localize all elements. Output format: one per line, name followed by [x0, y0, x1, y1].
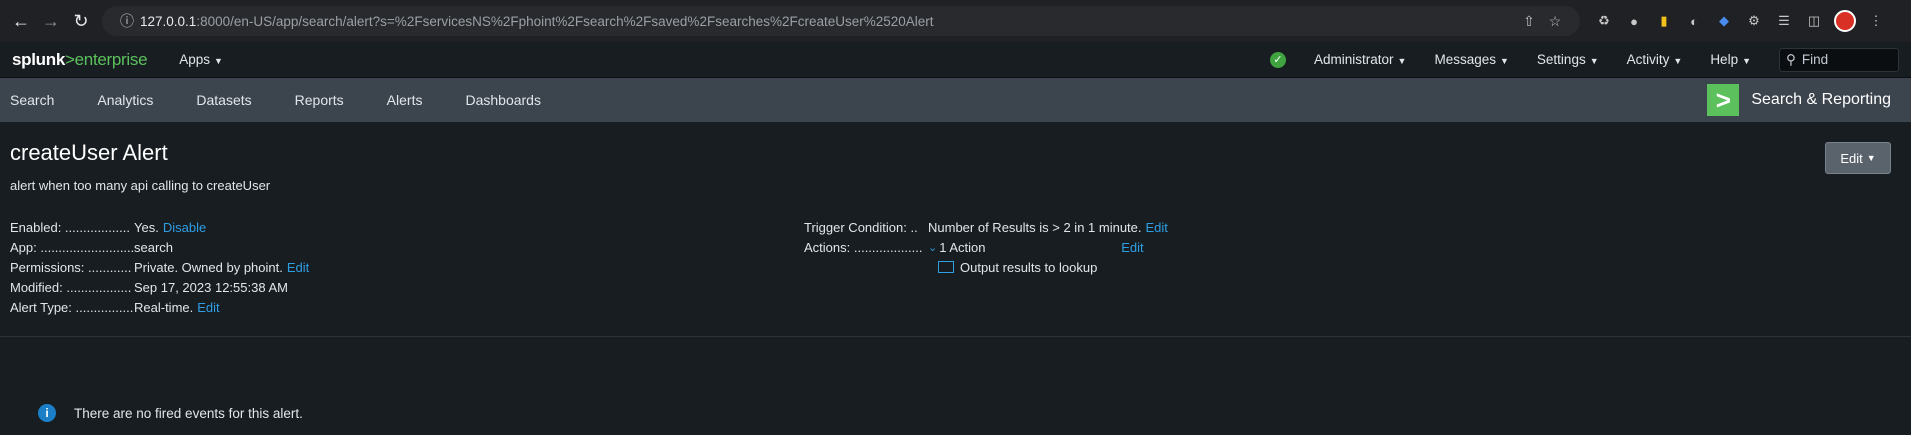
app-label: App: .......................... [10, 239, 134, 255]
alert-trigger-properties: Trigger Condition: .. Number of Results … [804, 217, 1168, 317]
page-title: createUser Alert [10, 140, 168, 165]
nav-item-alerts[interactable]: Alerts [387, 92, 423, 108]
actions-edit-link[interactable]: Edit [1121, 240, 1143, 255]
app-nav-bar: Search Analytics Datasets Reports Alerts… [0, 78, 1911, 122]
trigger-label: Trigger Condition: .. [804, 219, 918, 235]
permissions-row: Permissions: ............ Private. Owned… [10, 257, 804, 277]
info-icon: i [38, 404, 56, 422]
nav-item-reports[interactable]: Reports [295, 92, 344, 108]
find-input[interactable]: ⚲ Find [1779, 47, 1899, 72]
edit-button-label: Edit [1840, 150, 1863, 166]
action-item-label: Output results to lookup [960, 259, 1098, 275]
lookup-action-icon [938, 261, 954, 273]
caret-down-icon: ▼ [1589, 56, 1599, 66]
app-value: search [134, 239, 174, 255]
menu-help[interactable]: Help ▼ [1710, 52, 1751, 67]
side-panel-icon[interactable]: ◫ [1804, 11, 1824, 31]
menu-settings[interactable]: Settings ▼ [1537, 52, 1599, 67]
enabled-row: Enabled: .................. Yes. Disable [10, 217, 804, 237]
modified-row: Modified: .................. Sep 17, 202… [10, 277, 804, 297]
alert-properties: Enabled: .................. Yes. Disable… [10, 217, 804, 317]
edit-button[interactable]: Edit ▼ [1825, 142, 1891, 174]
forward-icon[interactable]: → [36, 6, 66, 36]
permissions-edit-link[interactable]: Edit [287, 260, 309, 275]
menu-administrator[interactable]: Administrator ▼ [1314, 52, 1406, 67]
logo-enterprise-text: enterprise [74, 49, 148, 69]
menu-label: Messages [1434, 52, 1496, 67]
url-path: :8000/en-US/app/search/alert?s=%2Fservic… [196, 13, 934, 29]
splunk-header: splunk>enterprise Apps ▼ ✓ Administrator ▼… [0, 42, 1911, 78]
splunk-logo[interactable]: splunk>enterprise [12, 49, 148, 70]
bookmark-star-icon[interactable]: ☆ [1542, 13, 1568, 30]
alert-type-row: Alert Type: ................ Real-time. … [10, 297, 804, 317]
menu-label: Activity [1626, 52, 1670, 67]
caret-down-icon: ▼ [1500, 56, 1509, 66]
app-row: App: .......................... search [10, 237, 804, 257]
reload-icon[interactable]: ↻ [66, 6, 96, 36]
alert-detail: createUser Alert alert when too many api… [0, 122, 1911, 317]
app-brand[interactable]: > Search & Reporting [1707, 84, 1911, 116]
url-host: 127.0.0.1 [140, 13, 197, 29]
address-bar[interactable]: ⓘ 127.0.0.1 :8000/en-US/app/search/alert… [102, 6, 1580, 36]
permissions-label: Permissions: ............ [10, 259, 132, 275]
alert-type-value: Real-time. [134, 299, 194, 315]
extension-dot-icon[interactable]: ● [1624, 11, 1644, 31]
share-icon[interactable]: ⇧ [1516, 13, 1542, 30]
trigger-row: Trigger Condition: .. Number of Results … [804, 217, 1168, 237]
nav-item-search[interactable]: Search [10, 92, 54, 108]
caret-down-icon: ▼ [1397, 56, 1407, 66]
section-divider [0, 336, 1911, 337]
menu-label: Administrator [1314, 52, 1394, 67]
apps-menu[interactable]: Apps ▼ [179, 52, 223, 67]
site-info-icon[interactable]: ⓘ [114, 11, 140, 31]
caret-down-icon: ▼ [214, 56, 223, 66]
logo-gt-text: > [65, 49, 75, 69]
no-events-text: There are no fired events for this alert… [74, 405, 303, 421]
alert-description: alert when too many api calling to creat… [10, 178, 271, 193]
actions-label: Actions: ................... [804, 239, 923, 255]
profile-avatar[interactable] [1834, 10, 1856, 32]
menu-label: Help [1710, 52, 1739, 67]
extension-recycle-icon[interactable]: ♻ [1594, 11, 1614, 31]
media-list-icon[interactable]: ☰ [1774, 11, 1794, 31]
extension-yellow-icon[interactable]: ▮ [1654, 11, 1674, 31]
chevron-down-icon[interactable]: ⌄ [928, 241, 937, 254]
trigger-edit-link[interactable]: Edit [1146, 220, 1168, 235]
alert-type-edit-link[interactable]: Edit [197, 300, 219, 315]
search-app-icon: > [1707, 84, 1740, 116]
caret-down-icon: ▼ [1673, 56, 1683, 66]
back-icon[interactable]: ← [6, 6, 36, 36]
nav-item-dashboards[interactable]: Dashboards [465, 92, 541, 108]
modified-value: Sep 17, 2023 12:55:38 AM [134, 279, 288, 295]
menu-messages[interactable]: Messages ▼ [1434, 52, 1508, 67]
extensions-puzzle-icon[interactable]: ⚙ [1744, 11, 1764, 31]
health-check-icon[interactable]: ✓ [1270, 51, 1287, 68]
menu-label: Settings [1536, 52, 1586, 67]
nav-item-analytics[interactable]: Analytics [97, 92, 153, 108]
search-icon: ⚲ [1786, 51, 1796, 67]
permissions-value: Private. Owned by phoint. [134, 259, 283, 275]
app-name: Search & Reporting [1751, 91, 1891, 108]
enabled-label: Enabled: .................. [10, 219, 130, 235]
no-events-message: i There are no fired events for this ale… [38, 404, 303, 422]
caret-down-icon: ▼ [1866, 153, 1876, 163]
enabled-value: Yes. [134, 219, 159, 235]
actions-value[interactable]: 1 Action [939, 240, 1117, 255]
find-placeholder: Find [1801, 52, 1829, 67]
trigger-value: Number of Results is > 2 in 1 minute. [928, 219, 1142, 235]
nav-item-datasets[interactable]: Datasets [196, 92, 251, 108]
actions-row: Actions: ................... ⌄ 1 Action … [804, 237, 1168, 257]
chrome-menu-icon[interactable]: ⋮ [1866, 11, 1886, 31]
alert-type-label: Alert Type: ................ [10, 299, 134, 315]
browser-toolbar: ← → ↻ ⓘ 127.0.0.1 :8000/en-US/app/search… [0, 0, 1911, 42]
logo-splunk-text: splunk [12, 49, 65, 69]
modified-label: Modified: .................. [10, 279, 132, 295]
disable-link[interactable]: Disable [163, 220, 206, 235]
extension-tag-icon[interactable]: ◆ [1714, 11, 1734, 31]
caret-down-icon: ▼ [1742, 56, 1751, 66]
action-item-row: Output results to lookup [804, 257, 1168, 277]
menu-activity[interactable]: Activity ▼ [1627, 52, 1683, 67]
extension-globe-icon[interactable]: ◐ [1684, 11, 1704, 31]
apps-menu-label: Apps [179, 52, 211, 67]
